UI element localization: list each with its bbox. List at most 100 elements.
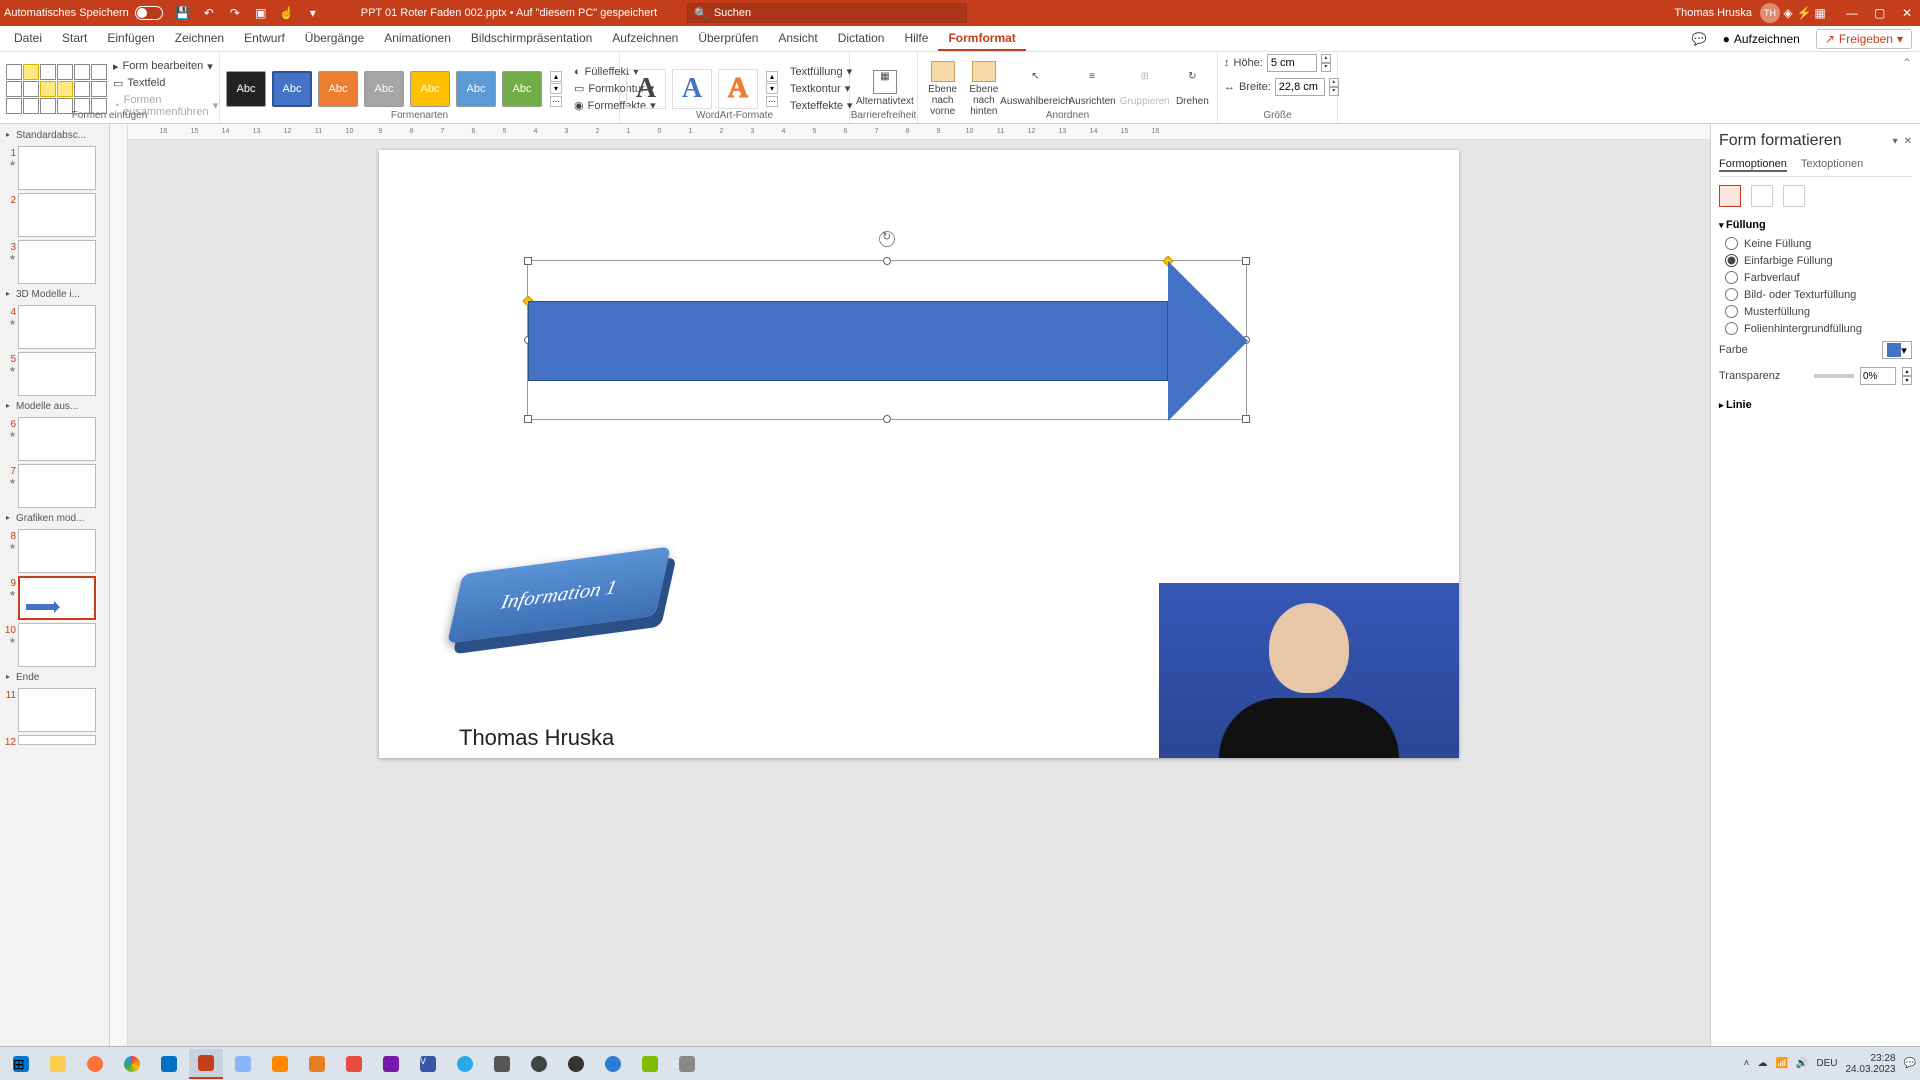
vlc-icon[interactable] [263, 1049, 297, 1079]
chrome-icon[interactable] [115, 1049, 149, 1079]
style-swatch-1[interactable]: Abc [226, 71, 266, 107]
thumb-5[interactable] [18, 352, 96, 396]
resize-handle-bm[interactable] [883, 415, 891, 423]
transparency-slider[interactable] [1814, 374, 1854, 378]
gallery-more-icon[interactable]: ⋯ [550, 96, 562, 107]
tab-animationen[interactable]: Animationen [374, 26, 461, 51]
section-fill-header[interactable]: Füllung [1719, 215, 1912, 235]
thumb-6[interactable] [18, 417, 96, 461]
thumb-12[interactable] [18, 735, 96, 745]
style-swatch-4[interactable]: Abc [364, 71, 404, 107]
section-header-3[interactable]: Modelle aus... [2, 399, 107, 414]
resize-handle-tl[interactable] [524, 257, 532, 265]
fill-solid-radio[interactable]: Einfarbige Füllung [1725, 252, 1912, 269]
tab-uebergaenge[interactable]: Übergänge [295, 26, 374, 51]
tray-wifi-icon[interactable]: 📶 [1775, 1058, 1787, 1069]
fill-line-icon[interactable] [1719, 185, 1741, 207]
tray-cloud-icon[interactable]: ☁ [1757, 1058, 1767, 1069]
tab-ueberpruefen[interactable]: Überprüfen [688, 26, 768, 51]
gallery-down-icon[interactable]: ▾ [550, 83, 562, 94]
telegram-icon[interactable] [448, 1049, 482, 1079]
thumb-9[interactable] [18, 576, 96, 620]
app-icon-2[interactable] [300, 1049, 334, 1079]
rotate-handle[interactable] [879, 231, 895, 247]
keyboard-layout[interactable]: DEU [1816, 1058, 1837, 1069]
app-icon-6[interactable] [559, 1049, 593, 1079]
width-input[interactable] [1275, 78, 1325, 96]
app-icon-7[interactable] [596, 1049, 630, 1079]
section-header-4[interactable]: Grafiken mod... [2, 511, 107, 526]
tab-aufzeichnen[interactable]: Aufzeichnen [602, 26, 688, 51]
share-button[interactable]: ↗ Freigeben ▾ [1816, 29, 1912, 49]
search-box[interactable]: 🔍 Suchen [687, 3, 967, 23]
tab-einfuegen[interactable]: Einfügen [97, 26, 164, 51]
tab-ansicht[interactable]: Ansicht [768, 26, 827, 51]
pane-close-icon[interactable]: ✕ [1904, 136, 1912, 147]
app-icon-3[interactable] [337, 1049, 371, 1079]
pane-tab-shape[interactable]: Formoptionen [1719, 158, 1787, 172]
undo-icon[interactable]: ↶ [201, 5, 217, 21]
fill-gradient-radio[interactable]: Farbverlauf [1725, 269, 1912, 286]
autosave-toggle[interactable] [135, 6, 163, 20]
minimize-icon[interactable]: — [1846, 6, 1860, 20]
ribbon-collapse-icon[interactable]: ⌃ [1894, 52, 1920, 123]
textbox-button[interactable]: ▭ Textfeld [111, 76, 220, 91]
section-line-header[interactable]: Linie [1719, 395, 1912, 415]
section-header-5[interactable]: Ende [2, 670, 107, 685]
present-icon[interactable]: ▣ [253, 5, 269, 21]
size-props-icon[interactable] [1783, 185, 1805, 207]
touch-icon[interactable]: ☝ [279, 5, 295, 21]
resize-handle-bl[interactable] [524, 415, 532, 423]
close-icon[interactable]: ✕ [1902, 6, 1916, 20]
pane-tab-text[interactable]: Textoptionen [1801, 158, 1863, 172]
outlook-icon[interactable] [152, 1049, 186, 1079]
fill-pattern-radio[interactable]: Musterfüllung [1725, 303, 1912, 320]
quick-icon[interactable]: ⚡ [1796, 5, 1812, 21]
fill-picture-radio[interactable]: Bild- oder Texturfüllung [1725, 286, 1912, 303]
text-fill-button[interactable]: Textfüllung ▾ [788, 64, 855, 79]
fill-none-radio[interactable]: Keine Füllung [1725, 235, 1912, 252]
tray-sound-icon[interactable]: 🔊 [1796, 1058, 1808, 1069]
qat-more-icon[interactable]: ▾ [305, 5, 321, 21]
save-icon[interactable]: 💾 [175, 5, 191, 21]
section-header-2[interactable]: 3D Modelle i... [2, 287, 107, 302]
tab-bildschirm[interactable]: Bildschirmpräsentation [461, 26, 602, 51]
tray-chevron-icon[interactable]: ˄ [1744, 1058, 1750, 1069]
pane-dropdown-icon[interactable]: ▾ [1893, 136, 1898, 147]
style-swatch-7[interactable]: Abc [502, 71, 542, 107]
section-header-1[interactable]: Standardabsc... [2, 128, 107, 143]
tab-formformat[interactable]: Formformat [938, 26, 1025, 51]
style-swatch-3[interactable]: Abc [318, 71, 358, 107]
tray-date[interactable]: 24.03.2023 [1845, 1064, 1895, 1075]
maximize-icon[interactable]: ▢ [1874, 6, 1888, 20]
slide-canvas[interactable]: Information 1 Thomas Hruska [128, 140, 1710, 1060]
shape-styles-gallery[interactable]: Abc Abc Abc Abc Abc Abc Abc ▴▾ ⋯ [226, 71, 562, 107]
thumb-2[interactable] [18, 193, 96, 237]
slide[interactable]: Information 1 Thomas Hruska [379, 150, 1459, 758]
shapes-gallery[interactable] [6, 64, 107, 114]
tab-entwurf[interactable]: Entwurf [234, 26, 295, 51]
app-icon-5[interactable] [522, 1049, 556, 1079]
fill-slidebg-radio[interactable]: Folienhintergrundfüllung [1725, 320, 1912, 337]
effects-icon[interactable] [1751, 185, 1773, 207]
thumb-1[interactable] [18, 146, 96, 190]
onenote-icon[interactable] [374, 1049, 408, 1079]
info-block-3d[interactable]: Information 1 [439, 550, 669, 690]
resize-handle-tm[interactable] [883, 257, 891, 265]
explorer-icon[interactable] [41, 1049, 75, 1079]
tab-start[interactable]: Start [52, 26, 97, 51]
tray-time[interactable]: 23:28 [1845, 1053, 1895, 1064]
selected-shape-arrow[interactable] [527, 260, 1247, 420]
diamond-icon[interactable]: ◈ [1780, 5, 1796, 21]
gallery-up-icon[interactable]: ▴ [550, 71, 562, 82]
thumb-8[interactable] [18, 529, 96, 573]
style-swatch-6[interactable]: Abc [456, 71, 496, 107]
height-input[interactable] [1267, 54, 1317, 72]
thumb-3[interactable] [18, 240, 96, 284]
thumb-7[interactable] [18, 464, 96, 508]
redo-icon[interactable]: ↷ [227, 5, 243, 21]
style-swatch-2[interactable]: Abc [272, 71, 312, 107]
text-outline-button[interactable]: Textkontur ▾ [788, 81, 855, 96]
tab-hilfe[interactable]: Hilfe [894, 26, 938, 51]
style-swatch-5[interactable]: Abc [410, 71, 450, 107]
